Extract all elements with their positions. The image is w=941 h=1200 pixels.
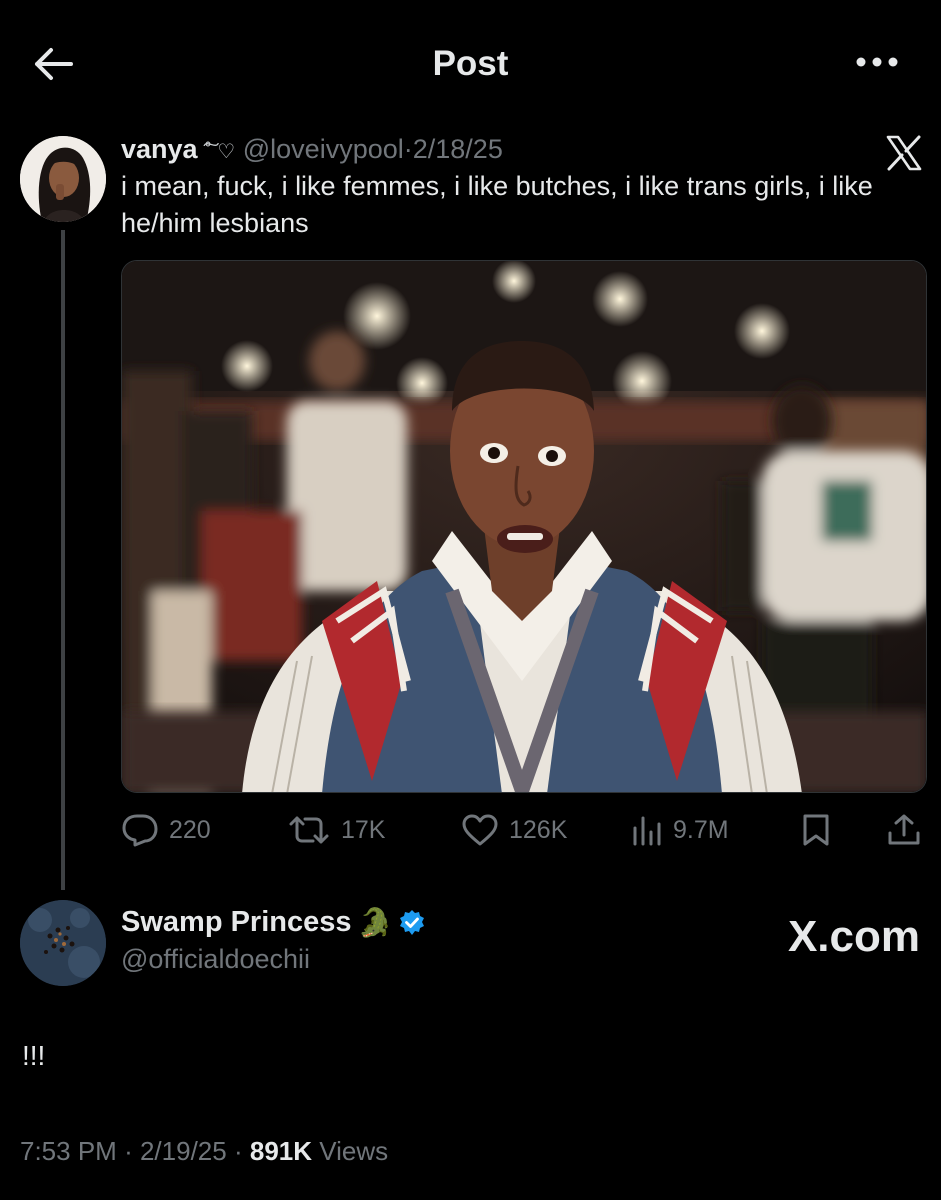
quoted-post-header: vanya ͠˚ ♡ @loveivypool·2/18/25 [121,132,503,169]
post-video[interactable] [121,260,927,793]
post-text: !!! [22,1040,46,1071]
meta-separator: · [233,1136,243,1166]
views-button[interactable]: 9.7M [631,808,729,852]
meta-separator: · [403,134,413,164]
quoted-post-text: i mean, fuck, i like femmes, i like butc… [121,171,873,238]
bookmark-icon [803,814,829,846]
meta-separator: · [124,1136,133,1166]
quoted-author-name[interactable]: vanya [121,134,198,164]
action-bar: 220 17K 126K 9.7M [121,808,927,852]
page-title: Post [432,44,509,83]
quoted-post-date[interactable]: 2/18/25 [413,134,503,164]
author-handle[interactable]: @officialdoechii [121,944,310,975]
repost-icon [289,816,329,844]
repost-button[interactable]: 17K [287,808,385,852]
post-date[interactable]: 2/19/25 [140,1136,227,1166]
like-count: 126K [509,815,568,844]
post-time[interactable]: 7:53 PM [20,1136,117,1166]
reply-count: 220 [169,815,211,844]
author-avatar[interactable] [20,900,106,986]
post-metadata: 7:53 PM · 2/19/25 · 891K Views [20,1136,388,1167]
x-com-watermark: X.com [787,912,920,961]
reply-button[interactable]: 220 [121,808,211,852]
share-icon [888,814,920,845]
quoted-author-handle[interactable]: @loveivypool [243,134,404,164]
ellipsis-icon [856,57,898,67]
author-name[interactable]: Swamp Princess [121,906,352,939]
reply-icon [122,814,158,847]
avatar[interactable] [20,136,106,222]
heart-icon [462,814,498,846]
bar-chart-icon [633,816,661,846]
repost-count: 17K [341,815,386,844]
view-count: 9.7M [673,815,729,844]
bookmark-button[interactable] [801,808,831,852]
views-count[interactable]: 891K [250,1136,312,1166]
top-bar: Post [0,0,941,125]
x-logo-icon [885,134,923,172]
like-button[interactable]: 126K [461,808,567,852]
thread-line [61,230,65,890]
crocodile-emoji: 🐊 [357,907,393,938]
name-decoration: ͠˚ ♡ [205,141,236,163]
share-button[interactable] [887,808,921,852]
post-author: Swamp Princess 🐊 @officialdoechii X.com [20,900,930,1000]
more-options-button[interactable] [855,48,899,76]
author-name-row: Swamp Princess 🐊 [121,906,426,939]
views-label: Views [319,1136,389,1166]
verified-badge-icon [400,909,425,935]
